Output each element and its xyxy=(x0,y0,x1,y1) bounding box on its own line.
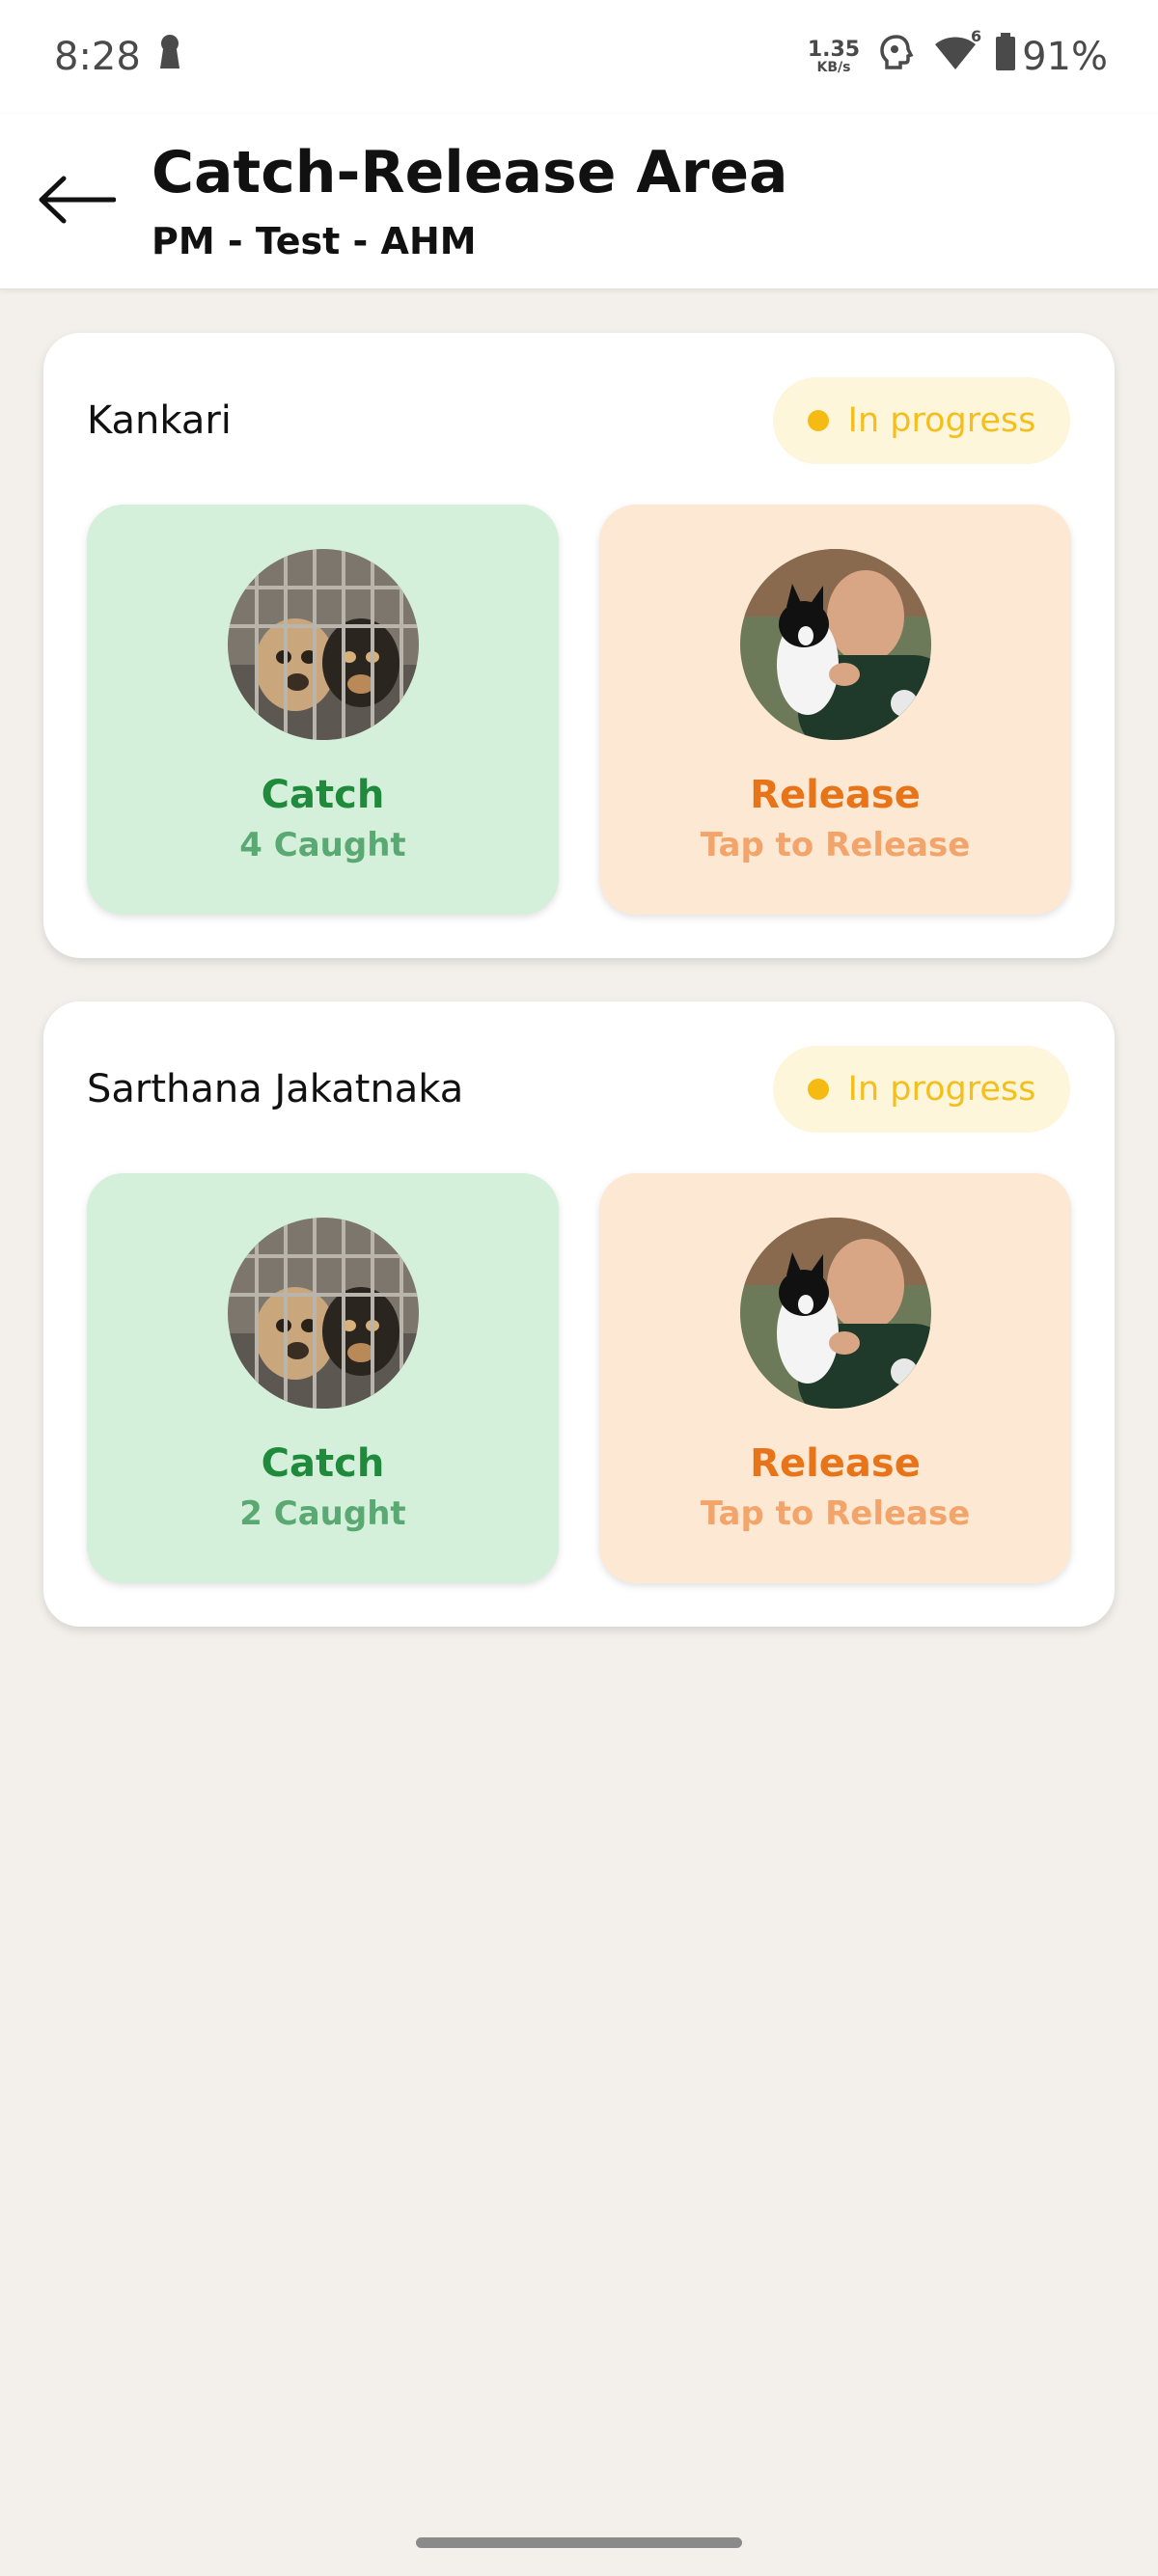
area-card-kankari: Kankari In progress Catch 4 Caught Relea… xyxy=(43,333,1115,958)
area-card-sarthana-jakatnaka: Sarthana Jakatnaka In progress Catch 2 C… xyxy=(43,1001,1115,1627)
catch-label: Catch xyxy=(261,773,385,817)
status-right: 1.35 KB/s 6 91% xyxy=(807,27,1108,81)
status-time: 8:28 xyxy=(54,35,141,79)
status-dot-icon xyxy=(807,410,829,431)
battery: 91% xyxy=(995,33,1108,81)
status-badge: In progress xyxy=(773,377,1070,464)
man-holding-dog-photo xyxy=(739,549,931,740)
home-indicator[interactable] xyxy=(416,2537,742,2548)
wifi-badge: 6 xyxy=(970,27,982,45)
page-subtitle: PM - Test - AHM xyxy=(152,220,477,262)
keyhole-icon xyxy=(158,34,181,80)
page-title: Catch-Release Area xyxy=(152,139,788,206)
release-tile[interactable]: Release Tap to Release xyxy=(599,505,1071,915)
status-label: In progress xyxy=(847,401,1036,440)
network-speed-value: 1.35 xyxy=(807,38,861,62)
app-bar: Catch-Release Area PM - Test - AHM xyxy=(0,114,1158,289)
network-speed-unit: KB/s xyxy=(816,60,851,75)
status-left: 8:28 xyxy=(54,34,181,80)
wifi-icon: 6 xyxy=(933,27,981,81)
status-dot-icon xyxy=(807,1079,829,1100)
battery-icon xyxy=(995,33,1016,81)
catch-count: 2 Caught xyxy=(239,1494,406,1533)
catch-count: 4 Caught xyxy=(239,826,406,864)
release-label: Release xyxy=(750,1441,921,1486)
catch-tile[interactable]: Catch 2 Caught xyxy=(87,1173,559,1583)
battery-level: 91% xyxy=(1022,35,1108,79)
status-bar: 8:28 1.35 KB/s 6 91% xyxy=(0,0,1158,114)
area-name: Kankari xyxy=(87,398,232,443)
release-tile[interactable]: Release Tap to Release xyxy=(599,1173,1071,1583)
network-speed: 1.35 KB/s xyxy=(807,38,861,75)
puppies-in-cage-photo xyxy=(227,1218,419,1409)
status-badge: In progress xyxy=(773,1046,1070,1133)
release-hint: Tap to Release xyxy=(700,826,971,864)
release-label: Release xyxy=(750,773,921,817)
man-holding-dog-photo xyxy=(739,1218,931,1409)
catch-tile[interactable]: Catch 4 Caught xyxy=(87,505,559,915)
catch-label: Catch xyxy=(261,1441,385,1486)
status-label: In progress xyxy=(847,1070,1036,1109)
puppies-in-cage-photo xyxy=(227,549,419,740)
assistant-head-icon xyxy=(877,33,916,81)
back-button[interactable] xyxy=(33,168,120,235)
arrow-left-icon xyxy=(37,176,117,228)
area-name: Sarthana Jakatnaka xyxy=(87,1067,464,1111)
release-hint: Tap to Release xyxy=(700,1494,971,1533)
